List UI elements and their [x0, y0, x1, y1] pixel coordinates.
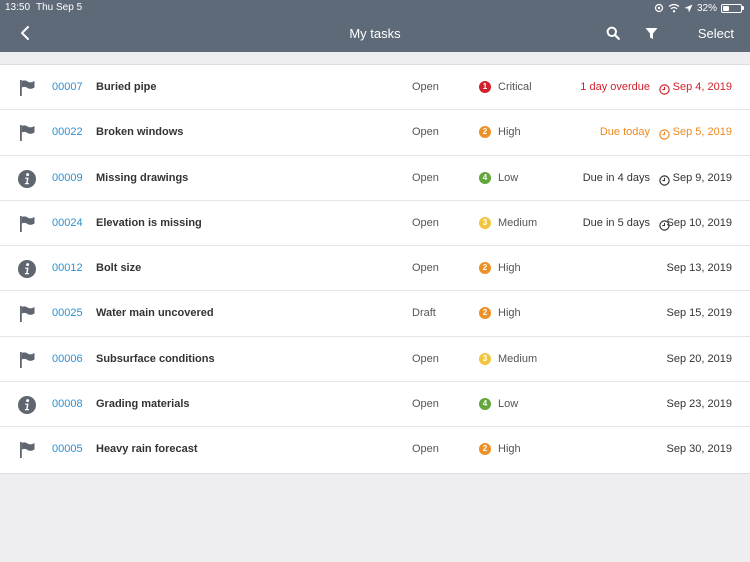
search-button[interactable] [603, 24, 623, 42]
task-status: Open [412, 216, 439, 229]
page-title: My tasks [349, 26, 401, 41]
battery-percent: 32% [696, 2, 717, 14]
due-status-text: Due in 4 days [582, 171, 650, 184]
status-time: 13:50 [5, 2, 31, 13]
task-status: Open [412, 171, 439, 184]
priority-badge: 3 [479, 352, 491, 365]
priority-label: Medium [498, 352, 538, 365]
priority-label: Medium [498, 216, 538, 229]
task-row[interactable]: 00022 Broken windows Open 2 High Due today Sep… [0, 110, 750, 156]
clock-icon [659, 127, 670, 140]
info-icon [17, 395, 37, 415]
priority-badge: 4 [479, 171, 491, 184]
task-name: Broken windows [96, 126, 184, 139]
task-row[interactable]: 00025 Water main uncovered Draft 2 High Sep 1… [0, 291, 750, 337]
priority-badge: 2 [479, 126, 491, 139]
task-id-link[interactable]: 00006 [52, 353, 83, 365]
due-date: Sep 20, 2019 [666, 352, 732, 365]
orientation-lock-icon [654, 3, 664, 13]
app-header: 13:50 Thu Sep 5 32% My tasks Select [0, 0, 750, 52]
task-id-link[interactable]: 00022 [52, 126, 83, 138]
task-status: Open [412, 352, 439, 365]
task-row[interactable]: 00009 Missing drawings Open 4 Low Due in 4 da… [0, 156, 750, 201]
priority-badge: 2 [479, 443, 491, 456]
task-name: Bolt size [96, 262, 142, 275]
priority-label: High [498, 443, 521, 456]
location-icon [684, 4, 693, 12]
task-id-link[interactable]: 00005 [52, 443, 83, 455]
status-bar: 13:50 Thu Sep 5 32% [0, 0, 750, 16]
task-name: Subsurface conditions [96, 352, 215, 365]
due-date: Sep 4, 2019 [672, 81, 732, 93]
info-icon [17, 259, 37, 279]
status-indicators: 32% [654, 1, 744, 15]
task-row[interactable]: 00005 Heavy rain forecast Open 2 High Sep 30,… [0, 427, 750, 472]
task-id-link[interactable]: 00024 [52, 217, 83, 229]
battery-icon [721, 3, 744, 13]
clock-icon [659, 82, 670, 95]
task-row[interactable]: 00007 Buried pipe Open 1 Critical 1 day overd… [0, 65, 750, 111]
due-date: Sep 9, 2019 [672, 171, 732, 184]
due-date: Sep 15, 2019 [666, 307, 732, 320]
priority-badge: 2 [479, 307, 491, 320]
flag-icon [17, 78, 37, 98]
filter-button[interactable] [641, 24, 661, 42]
task-id-link[interactable]: 00012 [52, 262, 83, 274]
task-row[interactable]: 00024 Elevation is missing Open 3 Medium Due … [0, 201, 750, 247]
task-name: Missing drawings [96, 171, 189, 184]
flag-icon [17, 440, 37, 460]
task-name: Water main uncovered [96, 307, 214, 320]
task-row[interactable]: 00012 Bolt size Open 2 High Sep 13, 2019 [0, 246, 750, 292]
due-date: Sep 10, 2019 [666, 216, 732, 229]
back-button[interactable] [14, 22, 36, 44]
task-list: 00007 Buried pipe Open 1 Critical 1 day overd… [0, 64, 750, 474]
task-row[interactable]: 00006 Subsurface conditions Open 3 Medium Sep… [0, 337, 750, 383]
task-id-link[interactable]: 00025 [52, 307, 83, 319]
task-status: Open [412, 262, 439, 275]
due-date: Sep 5, 2019 [672, 126, 732, 139]
task-row[interactable]: 00008 Grading materials Open 4 Low Sep 23, 20… [0, 382, 750, 428]
priority-badge: 3 [479, 216, 491, 229]
task-id-link[interactable]: 00008 [52, 398, 83, 410]
priority-label: High [498, 307, 521, 320]
due-date: Sep 13, 2019 [666, 262, 732, 275]
priority-badge: 1 [479, 81, 491, 93]
due-status-text: Due today [599, 126, 650, 139]
info-icon [17, 169, 37, 189]
due-status-text: Due in 5 days [582, 216, 650, 229]
flag-icon [17, 123, 37, 143]
search-icon [606, 26, 620, 40]
task-status: Open [412, 398, 439, 411]
flag-icon [17, 350, 37, 370]
select-button[interactable]: Select [698, 26, 734, 41]
priority-badge: 2 [479, 262, 491, 275]
due-status-text: 1 day overdue [580, 81, 650, 93]
task-id-link[interactable]: 00007 [52, 81, 83, 93]
priority-label: Low [498, 171, 519, 184]
due-date: Sep 23, 2019 [666, 398, 732, 411]
priority-badge: 4 [479, 398, 491, 411]
priority-label: Low [498, 398, 519, 411]
wifi-icon [668, 3, 680, 13]
flag-icon [17, 214, 37, 234]
priority-label: High [498, 262, 521, 275]
task-status: Open [412, 81, 439, 93]
task-status: Draft [412, 307, 436, 320]
task-id-link[interactable]: 00009 [52, 172, 83, 184]
filter-icon [645, 27, 657, 39]
priority-label: Critical [498, 81, 532, 93]
task-status: Open [412, 443, 439, 456]
task-name: Grading materials [96, 398, 190, 411]
task-name: Elevation is missing [96, 216, 202, 229]
chevron-left-icon [21, 26, 29, 40]
task-status: Open [412, 126, 439, 139]
flag-icon [17, 304, 37, 324]
priority-label: High [498, 126, 521, 139]
task-name: Heavy rain forecast [96, 443, 198, 456]
clock-icon [659, 173, 670, 186]
task-name: Buried pipe [96, 81, 157, 93]
status-date: Thu Sep 5 [36, 2, 83, 13]
due-date: Sep 30, 2019 [666, 443, 732, 456]
